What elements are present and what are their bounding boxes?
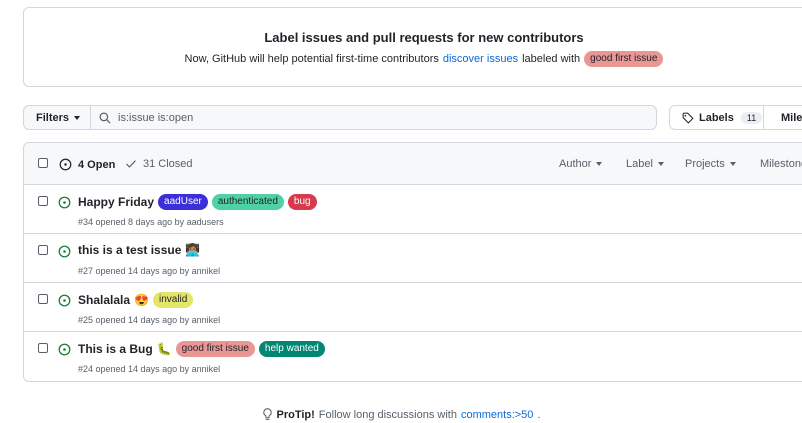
issue-emoji: 👩🏽‍💻 <box>185 243 201 257</box>
author-filter[interactable]: Author <box>559 158 603 170</box>
labels-label: Labels <box>699 111 734 124</box>
filters-label: Filters <box>36 111 70 124</box>
protip-end: . <box>537 408 541 421</box>
issue-opened-icon <box>58 245 71 258</box>
issue-title[interactable]: Happy Friday <box>78 195 154 209</box>
open-issues-label: 4 Open <box>78 158 116 171</box>
labels-button[interactable]: Labels 11 <box>669 105 764 130</box>
labels-count: 11 <box>740 111 763 124</box>
select-all-checkbox[interactable] <box>38 158 48 168</box>
protip-text: Follow long discussions with <box>318 408 457 421</box>
closed-issues-label: 31 Closed <box>143 158 193 170</box>
milestones-filter-label: Milestones <box>760 158 802 170</box>
issue-meta: #27 opened 14 days ago by annikel <box>78 266 221 276</box>
projects-filter-label: Projects <box>685 158 725 170</box>
search-input[interactable] <box>118 111 638 124</box>
chevron-down-icon <box>596 162 603 166</box>
protip-bold: ProTip! <box>276 408 315 421</box>
banner-text-before: Now, GitHub will help potential first-ti… <box>184 53 439 65</box>
milestones-button[interactable]: Milestones <box>763 105 802 130</box>
issue-title[interactable]: This is a Bug <box>78 342 153 356</box>
issue-emoji: 🐛 <box>156 342 172 356</box>
issue-checkbox[interactable] <box>38 245 48 255</box>
light-bulb-icon <box>262 408 272 420</box>
search-field[interactable] <box>90 105 657 130</box>
milestones-filter[interactable]: Milestones <box>760 158 802 170</box>
banner-title: Label issues and pull requests for new c… <box>264 30 584 45</box>
issues-list-header: 4 Open 31 Closed Author Label Projects M… <box>24 143 802 185</box>
issue-title-line: this is a test issue 👩🏽‍💻 <box>78 243 200 257</box>
issue-label[interactable]: help wanted <box>258 341 325 357</box>
issue-checkbox[interactable] <box>38 294 48 304</box>
issue-meta: #25 opened 14 days ago by annikel <box>78 315 221 325</box>
issue-row[interactable]: this is a test issue 👩🏽‍💻 #27 opened 14 … <box>24 234 802 283</box>
issue-title[interactable]: this is a test issue <box>78 243 181 257</box>
discover-issues-link[interactable]: discover issues <box>443 53 518 65</box>
projects-filter[interactable]: Projects <box>685 158 736 170</box>
issue-label[interactable]: good first issue <box>175 341 255 357</box>
issue-label[interactable]: aadUser <box>158 194 208 210</box>
issue-title-line: This is a Bug 🐛 good first issue help wan… <box>78 341 325 357</box>
contributor-banner: Label issues and pull requests for new c… <box>23 7 802 87</box>
issue-opened-icon <box>59 158 72 171</box>
tag-icon <box>682 112 694 123</box>
issue-meta: #24 opened 14 days ago by annikel <box>78 364 221 374</box>
milestones-label: Milestones <box>781 111 802 124</box>
issue-label[interactable]: authenticated <box>211 194 284 210</box>
issue-meta: #34 opened 8 days ago by aadusers <box>78 217 224 227</box>
issue-emoji: 😍 <box>134 293 149 307</box>
issue-opened-icon <box>58 196 71 209</box>
issue-title-line: Shalalala 😍 invalid <box>78 292 194 308</box>
comments-link[interactable]: comments:>50 <box>461 409 533 421</box>
chevron-down-icon <box>74 115 81 120</box>
author-filter-label: Author <box>559 158 592 170</box>
good-first-issue-label[interactable]: good first issue <box>584 51 664 67</box>
closed-issues-tab[interactable]: 31 Closed <box>125 158 193 170</box>
issue-row[interactable]: Happy Friday aadUser authenticated bug #34… <box>24 185 802 234</box>
issue-title-line: Happy Friday aadUser authenticated bug <box>78 194 317 210</box>
issue-label[interactable]: invalid <box>152 292 194 308</box>
issues-list: 4 Open 31 Closed Author Label Projects M… <box>23 142 802 382</box>
issue-opened-icon <box>58 294 71 307</box>
banner-text: Now, GitHub will help potential first-ti… <box>24 51 802 67</box>
chevron-down-icon <box>729 162 736 166</box>
banner-text-after: labeled with <box>522 53 581 65</box>
chevron-down-icon <box>657 162 664 166</box>
issue-opened-icon <box>58 343 71 356</box>
label-filter[interactable]: Label <box>626 158 664 170</box>
issue-rows: Happy Friday aadUser authenticated bug #34… <box>24 185 802 381</box>
open-issues-tab[interactable]: 4 Open <box>59 158 115 171</box>
search-icon <box>99 112 111 123</box>
issue-checkbox[interactable] <box>38 196 48 206</box>
issue-row[interactable]: Shalalala 😍 invalid #25 opened 14 days a… <box>24 283 802 332</box>
issue-checkbox[interactable] <box>38 343 48 353</box>
label-filter-label: Label <box>626 158 653 170</box>
issue-row[interactable]: This is a Bug 🐛 good first issue help wan… <box>24 332 802 381</box>
check-icon <box>126 160 136 168</box>
issue-label[interactable]: bug <box>287 194 317 210</box>
filters-button[interactable]: Filters <box>23 105 91 130</box>
issue-title[interactable]: Shalalala <box>78 293 130 307</box>
protip: ProTip! Follow long discussions with com… <box>0 408 802 421</box>
